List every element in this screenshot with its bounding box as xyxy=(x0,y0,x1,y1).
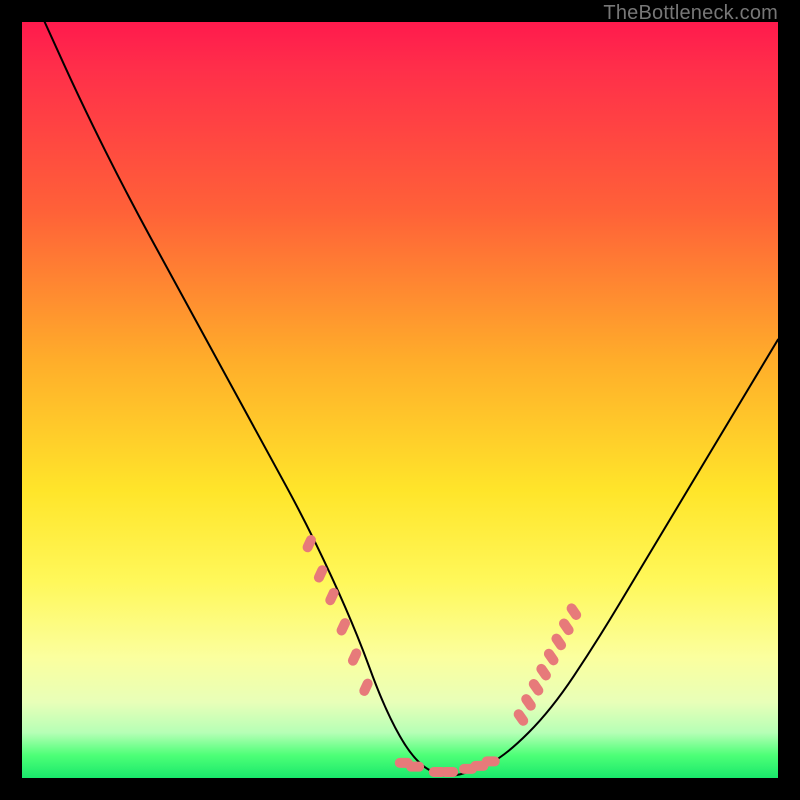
highlight-dot xyxy=(346,647,363,668)
highlight-dot xyxy=(557,617,576,637)
highlight-dots-left xyxy=(301,533,374,697)
plot-area xyxy=(22,22,778,778)
chart-frame: TheBottleneck.com xyxy=(0,0,800,800)
highlight-dot xyxy=(512,707,531,727)
attribution-text: TheBottleneck.com xyxy=(603,2,778,25)
highlight-dots-right xyxy=(512,601,583,727)
highlight-dot xyxy=(534,662,553,682)
highlight-dot xyxy=(335,617,352,638)
curve-layer xyxy=(45,22,778,775)
highlight-dot xyxy=(482,756,500,766)
highlight-dot xyxy=(406,762,424,772)
highlight-dot xyxy=(519,692,538,712)
highlight-dots-bottom xyxy=(395,756,500,777)
highlight-dot xyxy=(542,647,561,667)
bottleneck-curve xyxy=(45,22,778,775)
highlight-dot xyxy=(550,632,569,652)
highlight-dot xyxy=(527,677,546,697)
highlight-dot xyxy=(440,767,458,777)
highlight-dot xyxy=(358,677,375,698)
highlight-dot xyxy=(565,601,584,621)
chart-svg xyxy=(22,22,778,778)
